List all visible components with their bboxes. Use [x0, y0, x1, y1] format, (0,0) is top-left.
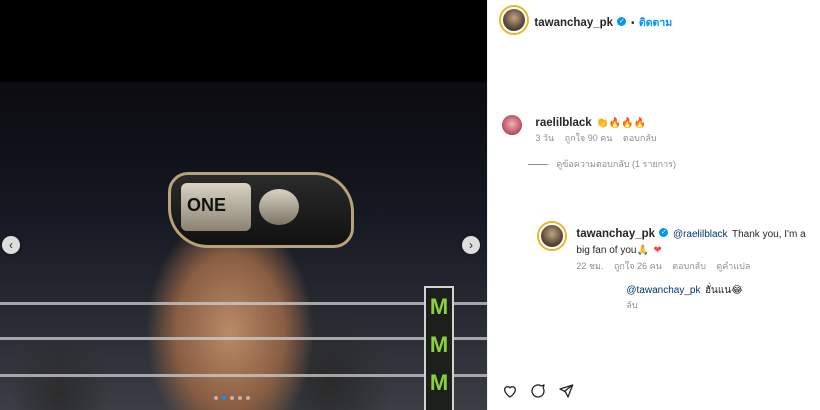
author-username[interactable]: tawanchay_pk — [534, 17, 613, 29]
instagram-post: ONE M M M ‹ › tawanchay_pk ✓ • ติดตาม ra… — [0, 0, 820, 410]
reply-likes[interactable]: ถูกใจ 26 คน — [614, 261, 662, 271]
comment-text: 👏🔥🔥🔥 — [596, 118, 646, 129]
share-icon[interactable] — [558, 383, 574, 399]
verified-badge-icon: ✓ — [617, 17, 627, 27]
reply-mention[interactable]: @raelilblack — [673, 229, 728, 240]
heart-emoji: ❤ — [653, 245, 662, 256]
post-actions — [502, 383, 574, 399]
author-avatar[interactable] — [501, 7, 528, 33]
reply-username[interactable]: tawanchay_pk — [576, 228, 655, 240]
reply-time: 22 ชม. — [576, 261, 604, 271]
comment-row: raelilblack 👏🔥🔥🔥 — [535, 113, 646, 131]
draft-reply[interactable]: @tawanchay_pk ฮั่นแน😂 — [626, 280, 742, 298]
belt-logo-text: ONE — [187, 195, 227, 215]
post-image: ONE — [0, 82, 488, 410]
championship-belt: ONE — [168, 172, 354, 248]
reply-row: tawanchay_pk ✓ @raelilblack Thank you, I… — [576, 226, 812, 258]
follow-button[interactable]: ติดตาม — [639, 17, 672, 29]
post-photo: ONE M M M ‹ › — [0, 0, 488, 410]
comment-likes[interactable]: ถูกใจ 90 คน — [565, 133, 613, 143]
next-photo-button[interactable]: › — [462, 236, 480, 254]
commenter-avatar[interactable] — [500, 113, 525, 137]
verified-badge-icon: ✓ — [659, 228, 669, 238]
previous-photo-button[interactable]: ‹ — [2, 236, 20, 254]
translate-button[interactable]: ดูคำแปล — [716, 261, 750, 271]
heart-outline-icon[interactable] — [502, 383, 518, 399]
comment-username[interactable]: raelilblack — [535, 117, 591, 129]
comment-reply-button[interactable]: ตอบกลับ — [623, 133, 657, 143]
reply-avatar[interactable] — [539, 223, 566, 249]
draft-subtext: ลับ — [626, 300, 638, 310]
draft-mention: @tawanchay_pk — [626, 285, 701, 296]
monster-banner: M M M — [424, 286, 454, 410]
draft-text: ฮั่นแน😂 — [704, 285, 743, 296]
comment-time: 3 วัน — [535, 133, 555, 143]
carousel-indicator — [214, 396, 250, 400]
post-header: tawanchay_pk ✓ • ติดตาม — [488, 0, 820, 38]
view-replies-button[interactable]: ดูข้อความตอบกลับ (1 รายการ) — [528, 157, 676, 171]
reply-meta: 22 ชม. ถูกใจ 26 คน ตอบกลับ ดูคำแปล — [576, 259, 758, 273]
comments-panel: tawanchay_pk ✓ • ติดตาม raelilblack 👏🔥🔥🔥… — [487, 0, 820, 410]
comment-icon[interactable] — [530, 383, 546, 399]
reply-reply-button[interactable]: ตอบกลับ — [672, 261, 706, 271]
comment-meta: 3 วัน ถูกใจ 90 คน ตอบกลับ — [535, 131, 664, 145]
